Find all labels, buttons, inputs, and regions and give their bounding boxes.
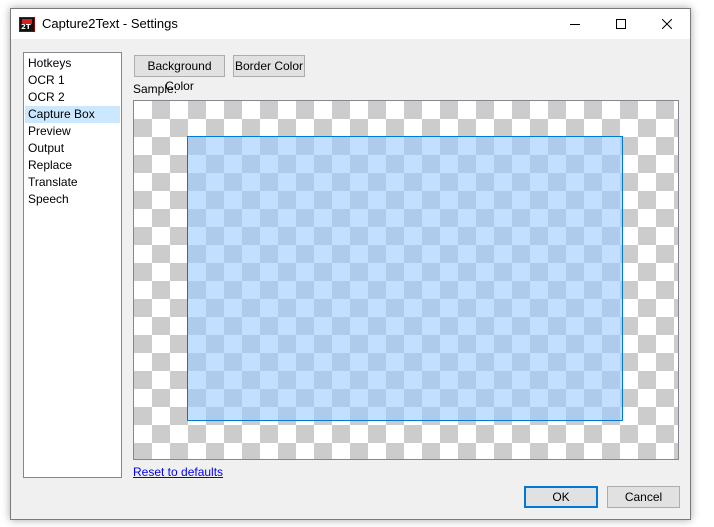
- sample-label: Sample:: [133, 82, 178, 96]
- sidebar-item-ocr-1[interactable]: OCR 1: [25, 72, 120, 89]
- sample-preview: [133, 100, 679, 460]
- close-button[interactable]: [644, 9, 690, 39]
- sidebar-item-capture-box[interactable]: Capture Box: [25, 106, 120, 123]
- window-title: Capture2Text - Settings: [42, 16, 178, 31]
- sidebar-item-translate[interactable]: Translate: [25, 174, 120, 191]
- settings-category-list: Hotkeys OCR 1 OCR 2 Capture Box Preview …: [23, 52, 122, 478]
- minimize-icon: [570, 24, 580, 25]
- capture-box-sample: [187, 136, 623, 421]
- maximize-icon: [616, 19, 626, 29]
- background-color-button[interactable]: Background Color: [134, 55, 225, 93]
- title-bar[interactable]: 2T Capture2Text - Settings: [11, 9, 690, 39]
- sidebar-item-ocr-2[interactable]: OCR 2: [25, 89, 120, 106]
- sidebar-item-speech[interactable]: Speech: [25, 191, 120, 208]
- sidebar-item-preview[interactable]: Preview: [25, 123, 120, 140]
- minimize-button[interactable]: [552, 9, 598, 39]
- reset-to-defaults-link[interactable]: Reset to defaults: [133, 465, 223, 479]
- maximize-button[interactable]: [598, 9, 644, 39]
- ok-button[interactable]: OK: [524, 486, 598, 508]
- app-icon: 2T: [19, 17, 35, 32]
- border-color-button[interactable]: Border Color: [233, 55, 305, 77]
- settings-window: 2T Capture2Text - Settings Hotkeys OCR 1…: [10, 8, 691, 520]
- app-icon-text: 2T: [21, 23, 31, 31]
- close-icon: [662, 19, 672, 29]
- sidebar-item-hotkeys[interactable]: Hotkeys: [25, 55, 120, 72]
- sidebar-item-replace[interactable]: Replace: [25, 157, 120, 174]
- cancel-button[interactable]: Cancel: [607, 486, 680, 508]
- sidebar-item-output[interactable]: Output: [25, 140, 120, 157]
